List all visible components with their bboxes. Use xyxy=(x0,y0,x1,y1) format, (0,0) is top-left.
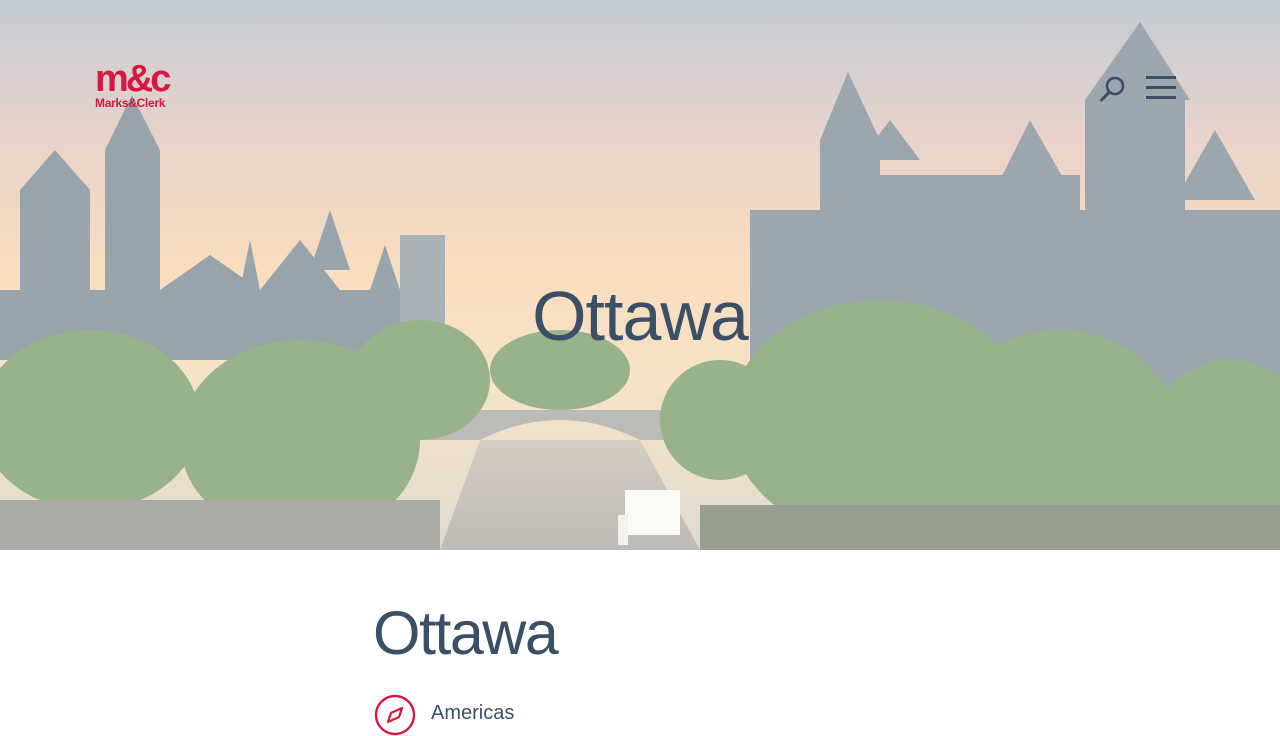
logo-mark: m&c xyxy=(95,58,171,100)
page-title: Ottawa xyxy=(373,599,559,667)
marks-and-clerk-logo[interactable]: m&c Marks&Clerk xyxy=(95,58,185,113)
search-button[interactable] xyxy=(1098,74,1128,104)
region-label[interactable]: Americas xyxy=(431,702,514,725)
search-icon xyxy=(1100,76,1125,102)
hero-banner: m&c Marks&Clerk Ottawa xyxy=(0,0,1280,550)
compass-icon xyxy=(374,694,416,736)
logo-text: Marks&Clerk xyxy=(95,96,166,110)
region-link[interactable]: Americas xyxy=(374,694,514,736)
menu-button[interactable] xyxy=(1144,74,1178,102)
hamburger-menu-icon xyxy=(1146,76,1176,99)
hero-title: Ottawa xyxy=(532,277,749,355)
hero-overlay xyxy=(0,0,1280,550)
